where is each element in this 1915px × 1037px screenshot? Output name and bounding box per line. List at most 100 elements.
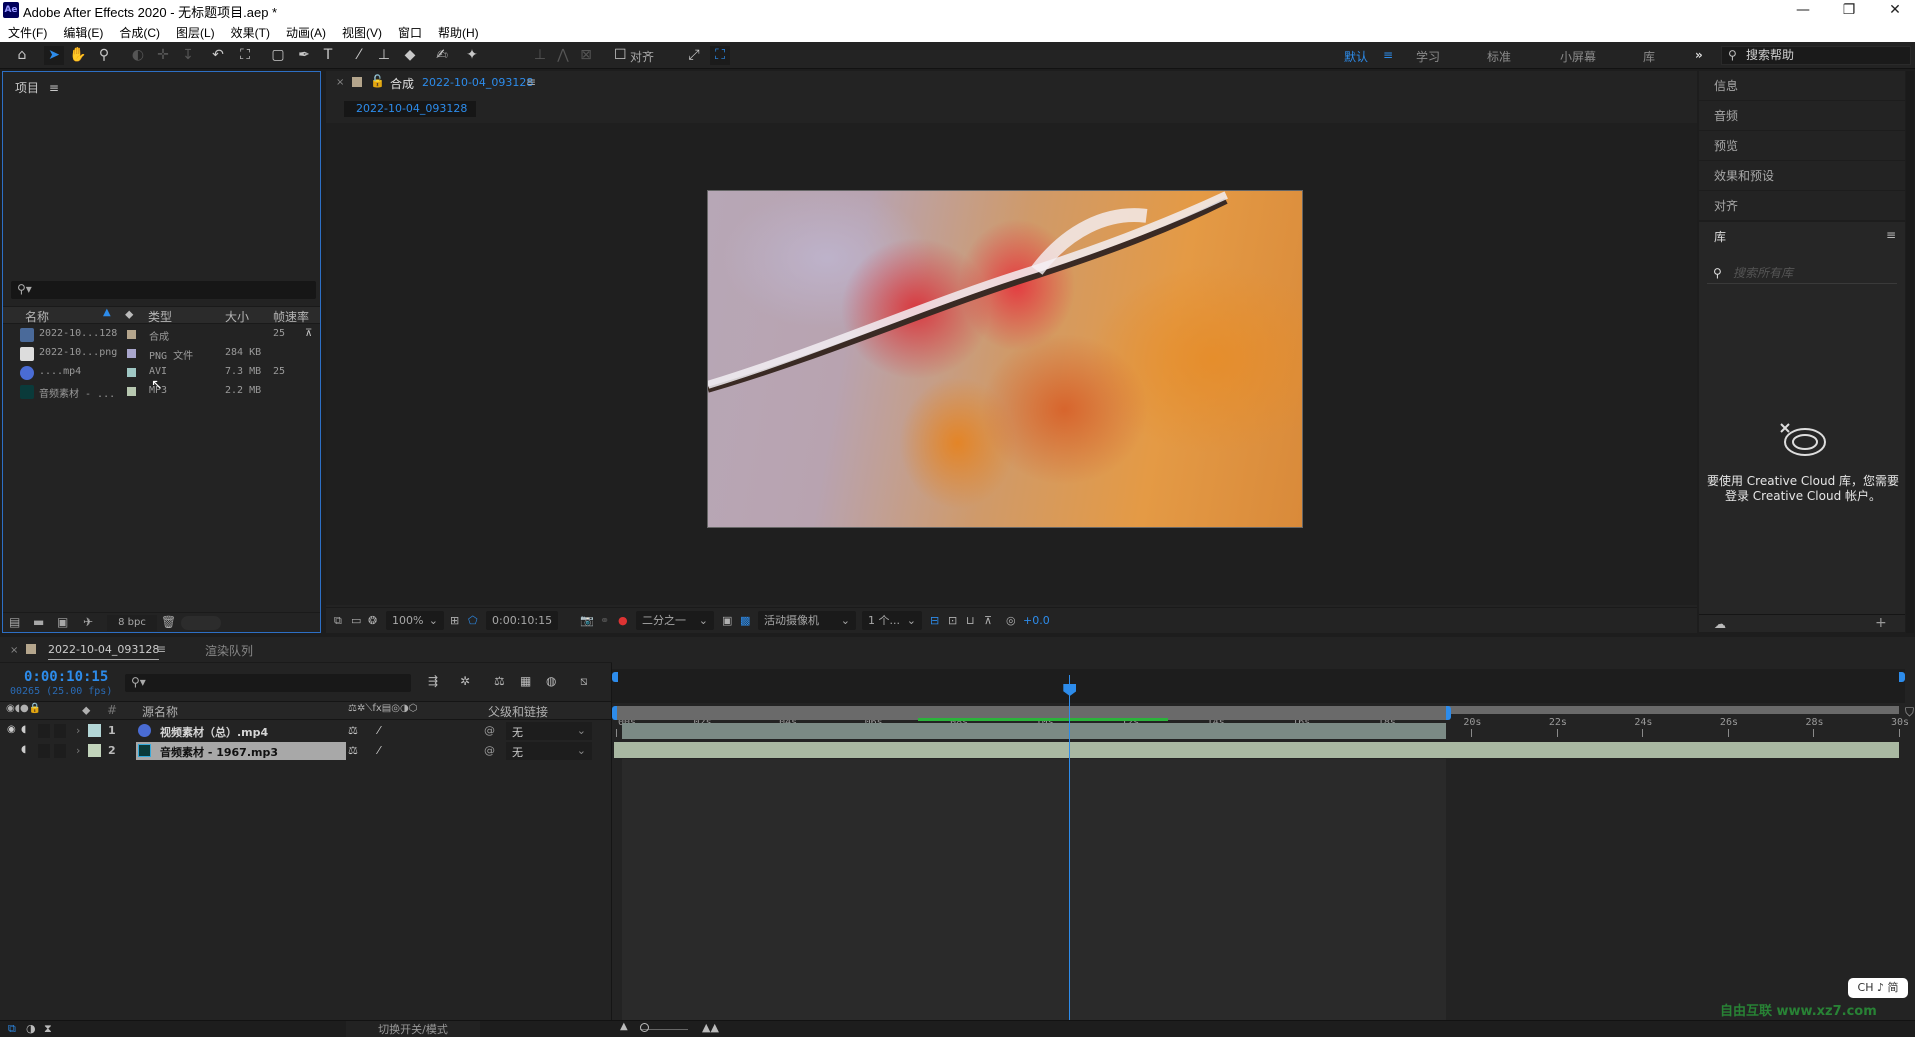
transfer-controls-toggle-icon[interactable]: ◑ [26,1022,36,1035]
help-search-input[interactable]: ⚲ 搜索帮助 [1721,46,1911,65]
in-out-toggle-icon[interactable]: ⧗ [44,1022,52,1036]
panel-effects-presets[interactable]: 效果和预设 [1699,161,1905,190]
column-name[interactable]: 名称 [25,308,49,325]
timeline-tracks[interactable]: 00s02s04s06s08s10s12s14s16s18s20s22s24s2… [612,637,1915,1020]
menu-help[interactable]: 帮助(H) [430,21,487,41]
graph-editor-icon[interactable]: ⧅ [580,674,588,689]
layer-bar-video[interactable] [622,723,1446,739]
restore-button[interactable]: ❐ [1826,0,1872,21]
pick-whip-icon[interactable]: @ [484,724,495,737]
clone-stamp-icon[interactable]: ⊥ [374,46,394,65]
ime-indicator[interactable]: CH ♪ 简 [1848,978,1908,998]
puppet-pin-icon[interactable]: ✦ [462,46,482,65]
panel-menu-icon[interactable]: ≡ [526,75,536,89]
fast-preview-icon[interactable]: ▣ [722,614,732,627]
layer-label-swatch[interactable] [88,724,101,737]
panel-menu-icon[interactable]: ≡ [156,642,166,656]
layer-row[interactable]: ◖ › 2 音频素材 - 1967.mp3 ⚖ ⁄ @ 无 ⌄ [0,741,612,761]
camera-dropdown[interactable]: 活动摄像机 ⌄ [758,611,856,630]
workspace-default[interactable]: 默认 [1344,48,1368,65]
motion-blur-icon[interactable]: ◍ [546,674,556,688]
shy-layers-icon[interactable]: ⚖ [494,674,505,688]
label-color-swatch[interactable] [127,330,136,339]
menu-effect[interactable]: 效果(T) [223,21,278,41]
composition-viewer[interactable] [326,123,1697,605]
menu-file[interactable]: 文件(F) [0,21,55,41]
bpc-button[interactable]: 8 bpc [107,615,157,631]
layer-bar-audio[interactable] [614,742,1899,758]
add-icon[interactable]: + [1875,615,1887,631]
switches-icons[interactable]: ⚖✲⟍fx▤◎◑⬡ [348,703,417,714]
zoom-in-icon[interactable]: ▲▲ [702,1021,719,1034]
always-preview-icon[interactable]: ⧉ [334,614,342,628]
project-panel-title[interactable]: 项目 ≡ [15,79,59,96]
project-search-input[interactable]: ⚲▾ [11,281,316,299]
world-axis-icon[interactable]: ⋀ [553,46,573,65]
grid-snap-icon[interactable]: ⛶ [710,46,730,65]
sort-ascending-icon[interactable]: ▲ [103,307,111,318]
parent-dropdown[interactable]: 无 ⌄ [506,742,592,760]
resolution-dropdown[interactable]: 二分之一 ⌄ [636,611,714,630]
column-size[interactable]: 大小 [225,308,249,325]
show-snapshot-icon[interactable]: ⚭ [600,614,609,627]
monitor-icon[interactable]: ▭ [351,614,361,627]
quality-switch-icon[interactable]: ⁄ [378,724,380,737]
expand-chevron-icon[interactable]: › [76,744,80,757]
layer-label-swatch[interactable] [88,744,101,757]
label-color-swatch[interactable] [127,349,136,358]
quality-switch-icon[interactable]: ⁄ [378,744,380,757]
workspace-standard[interactable]: 标准 [1487,48,1511,65]
safe-zones-icon[interactable]: ⊞ [450,614,459,627]
av-features-icons[interactable]: ◉◖●🔒 [6,703,41,714]
layer-row[interactable]: ◉ ◖ › 1 视频素材（总）.mp4 ⚖ ⁄ @ 无 ⌄ [0,721,612,741]
selection-icon[interactable]: ➤ [44,46,64,65]
mask-icon[interactable]: ❂ [368,614,377,627]
label-tag-icon[interactable]: ⬥ [125,307,133,322]
menu-edit[interactable]: 编辑(E) [55,21,111,41]
view-axis-icon[interactable]: ⊠ [576,46,596,65]
menu-window[interactable]: 窗口 [390,21,430,41]
timeline-icon[interactable]: ⊔ [966,614,975,627]
audio-speaker-icon[interactable]: ◖ [21,724,26,735]
roto-brush-icon[interactable]: ✍ [432,46,452,65]
workspace-menu-icon[interactable]: ≡ [1383,48,1393,62]
workspace-small-screen[interactable]: 小屏幕 [1560,48,1596,65]
layer-switches-toggle-icon[interactable]: ⧉ [8,1022,16,1036]
audio-speaker-icon[interactable]: ◖ [21,744,26,755]
trash-icon[interactable]: 🗑 [161,615,176,629]
zoom-dropdown[interactable]: 100% ⌄ [386,611,444,630]
thumbnail-toggle[interactable] [181,616,221,630]
navigator-end-handle[interactable] [1899,672,1905,682]
time-ruler[interactable]: 00s02s04s06s08s10s12s14s16s18s20s22s24s2… [612,669,1909,737]
project-item[interactable]: 2022-10...png PNG 文件 284 KB [3,344,320,363]
parent-dropdown[interactable]: 无 ⌄ [506,722,592,740]
render-icon[interactable]: ✈ [83,615,93,629]
shy-switch-icon[interactable]: ⚖ [348,724,358,737]
snap-checkbox[interactable]: ☐ [614,46,627,65]
layer-search-input[interactable]: ⚲▾ [125,674,411,692]
channel-icon[interactable]: ● [618,614,628,627]
column-parent[interactable]: 父级和链接 [488,703,548,720]
workspace-library[interactable]: 库 [1643,48,1655,65]
close-button[interactable]: ✕ [1872,0,1915,21]
pen-icon[interactable]: ✒ [294,46,314,65]
comp-flowchart-icon[interactable]: ⊼ [984,614,992,627]
home-icon[interactable]: ⌂ [12,46,32,65]
tab-render-queue[interactable]: 渲染队列 [205,642,253,659]
close-tab-icon[interactable]: × [336,77,344,88]
current-time-display[interactable]: 0:00:10:15 [486,611,558,630]
dolly-icon[interactable]: ↧ [178,46,198,65]
zoom-icon[interactable]: ⚲ [94,46,114,65]
exposure-reset-icon[interactable]: ◎ [1006,614,1016,627]
cloud-sync-icon[interactable]: ☁ [1714,617,1726,631]
work-area-start-handle[interactable] [612,706,617,720]
tab-timeline-comp[interactable]: 2022-10-04_093128 [48,643,160,660]
right-panel-scrollbar[interactable] [1906,71,1914,633]
rotate-icon[interactable]: ↶ [208,46,228,65]
current-time[interactable]: 0:00:10:15 [24,669,108,685]
navigator-start-handle[interactable] [612,672,618,682]
lock-toggle[interactable] [54,724,66,738]
composition-mini-flowchart-icon[interactable]: ⇶ [428,674,438,688]
panel-menu-icon[interactable]: ≡ [1886,228,1896,242]
panel-align[interactable]: 对齐 [1699,191,1905,220]
